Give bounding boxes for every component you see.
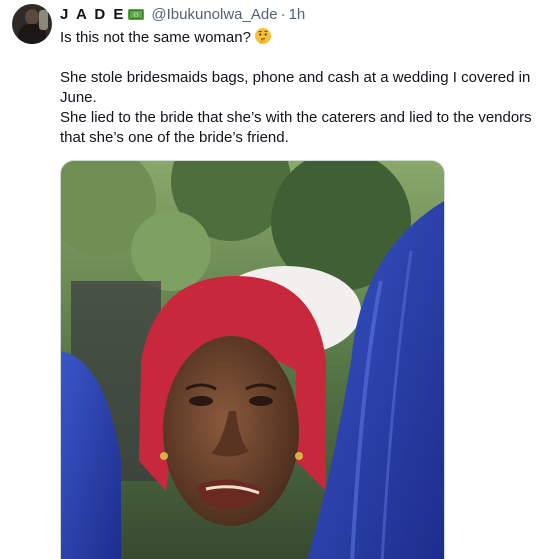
avatar[interactable] — [12, 4, 52, 44]
user-handle[interactable]: @Ibukunolwa_Ade — [151, 6, 277, 23]
tweet-line-1: Is this not the same woman? — [60, 27, 536, 48]
display-name[interactable]: J A D E — [60, 6, 125, 23]
tweet-media-photo[interactable] — [60, 160, 445, 559]
photo-woman-red-hair — [61, 161, 444, 559]
tweet-header: J A D E $ @Ibukunolwa_Ade · 1h — [60, 4, 536, 24]
tweet-text: Is this not the same woman? She stole br… — [60, 27, 536, 148]
tweet[interactable]: J A D E $ @Ibukunolwa_Ade · 1h Is this n… — [0, 0, 536, 559]
svg-text:$: $ — [135, 12, 138, 18]
timestamp[interactable]: 1h — [289, 6, 306, 23]
tweet-line-5: that she’s one of the bride’s friend. — [60, 129, 289, 146]
avatar-head — [25, 9, 39, 25]
thinking-face-icon — [254, 27, 272, 45]
tweet-line-4: She lied to the bride that she’s with th… — [60, 109, 532, 126]
tweet-line-3: June. — [60, 89, 97, 106]
tweet-line-2: She stole bridesmaids bags, phone and ca… — [60, 69, 531, 86]
avatar-highlight — [39, 10, 48, 30]
money-banknote-icon: $ — [127, 7, 145, 21]
header-separator: · — [280, 5, 286, 23]
tweet-content: J A D E $ @Ibukunolwa_Ade · 1h Is this n… — [60, 4, 536, 148]
